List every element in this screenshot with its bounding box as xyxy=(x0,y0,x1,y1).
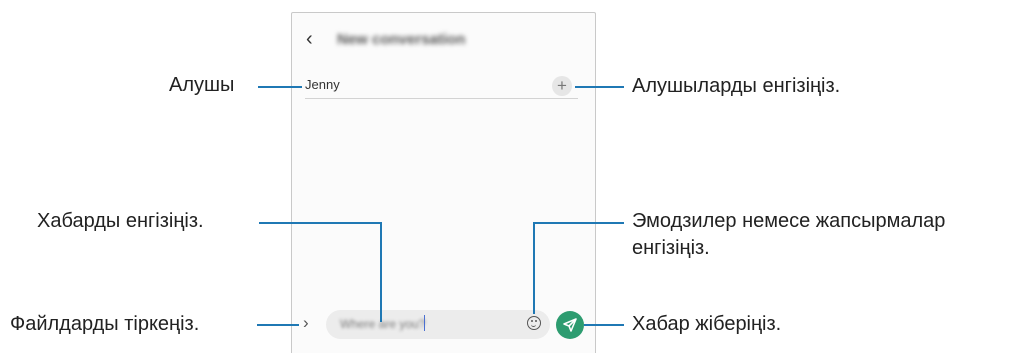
conversation-title: New conversation xyxy=(337,31,466,48)
callout-attach-files: Файлдарды тіркеңіз. xyxy=(10,313,200,335)
callout-line-attach xyxy=(257,324,299,326)
callout-line-recipient xyxy=(258,86,302,88)
send-button[interactable] xyxy=(556,311,584,339)
text-cursor xyxy=(424,315,425,331)
callout-line-enter-recipients xyxy=(575,86,624,88)
callout-send-message: Хабар жіберіңіз. xyxy=(632,313,782,335)
callout-enter-recipients: Алушыларды енгізіңіз. xyxy=(632,75,841,97)
callout-enter-message: Хабарды енгізіңіз. xyxy=(37,210,204,232)
back-icon[interactable]: ‹ xyxy=(306,29,320,49)
callout-line-send xyxy=(584,324,624,326)
message-placeholder: Where are you? xyxy=(340,317,426,331)
paper-plane-icon xyxy=(563,318,577,332)
callout-emoji-line2: енгізіңіз. xyxy=(632,237,710,259)
callout-recipient: Алушы xyxy=(169,74,235,96)
add-recipient-icon[interactable]: + xyxy=(552,76,572,96)
recipient-divider xyxy=(305,98,578,99)
phone-screen xyxy=(291,12,596,353)
callout-line-emoji-v xyxy=(533,222,535,314)
callout-line-enter-message-h xyxy=(259,222,382,224)
attach-icon[interactable]: › xyxy=(303,313,309,333)
callout-line-emoji-h xyxy=(533,222,624,224)
callout-emoji-line1: Эмодзилер немесе жапсырмалар xyxy=(632,210,946,232)
emoji-icon[interactable] xyxy=(527,316,541,330)
callout-line-enter-message-v xyxy=(380,222,382,322)
recipient-field[interactable]: Jenny xyxy=(305,77,340,92)
